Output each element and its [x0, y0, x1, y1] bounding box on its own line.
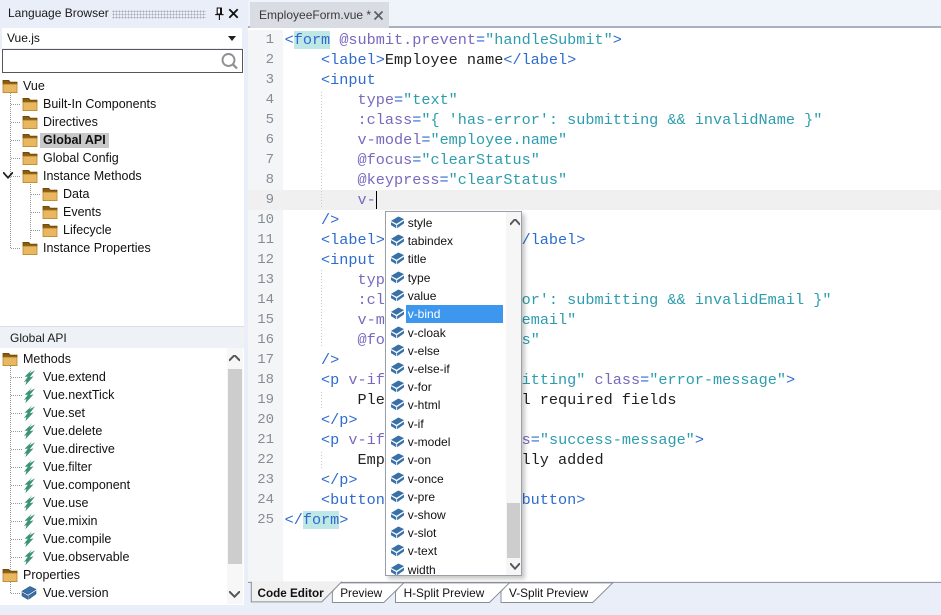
svg-text:Code Editor: Code Editor — [258, 587, 325, 600]
svg-text:H-Split Preview: H-Split Preview — [404, 586, 485, 600]
svg-text:V-Split Preview: V-Split Preview — [509, 586, 589, 600]
svg-text:Preview: Preview — [340, 586, 382, 600]
